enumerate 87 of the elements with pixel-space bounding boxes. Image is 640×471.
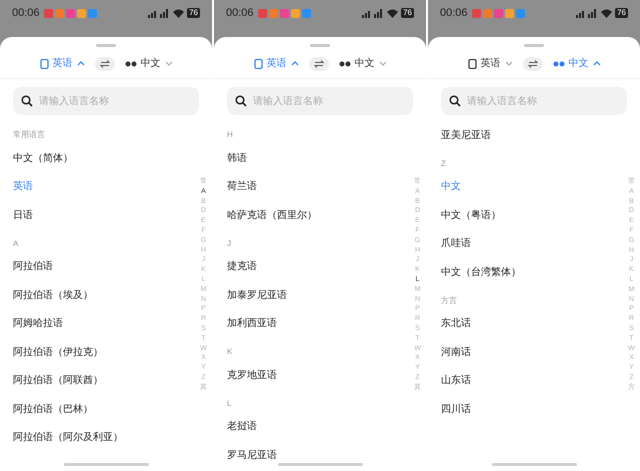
- search-field[interactable]: 请输入语言名称: [441, 87, 627, 115]
- section-header: L: [227, 398, 232, 410]
- search-field[interactable]: 请输入语言名称: [227, 87, 413, 115]
- status-time: 00:06: [440, 6, 468, 21]
- swap-icon: [100, 60, 110, 68]
- status-time: 00:06: [12, 6, 40, 21]
- search-input[interactable]: 请输入语言名称: [467, 94, 617, 108]
- language-selector[interactable]: 中文: [124, 56, 172, 71]
- language-option[interactable]: 东北话: [441, 316, 471, 332]
- signal-icon: [576, 8, 598, 18]
- phone-icon: [254, 58, 262, 68]
- search-input[interactable]: 请输入语言名称: [39, 94, 189, 108]
- language-option[interactable]: 韩语: [227, 150, 247, 166]
- glasses-icon: [552, 60, 564, 66]
- battery-indicator: 76: [615, 8, 628, 18]
- home-indicator[interactable]: [64, 463, 149, 466]
- chevron-down-icon: [504, 61, 512, 66]
- language-option[interactable]: 中文（台湾繁体）: [441, 264, 521, 280]
- swap-button[interactable]: [308, 56, 328, 70]
- search-field[interactable]: 请输入语言名称: [13, 87, 199, 115]
- language-selector[interactable]: 英语: [254, 56, 298, 71]
- language-option[interactable]: 阿姆哈拉语: [13, 316, 63, 332]
- search-icon: [235, 95, 247, 107]
- wifi-icon: [387, 8, 398, 18]
- swap-icon: [314, 60, 324, 68]
- phone-icon: [40, 58, 48, 68]
- search-input[interactable]: 请输入语言名称: [253, 94, 403, 108]
- language-option[interactable]: 亚美尼亚语: [441, 128, 491, 143]
- drag-handle[interactable]: [310, 44, 330, 47]
- wifi-icon: [601, 8, 612, 18]
- phone-icon: [468, 58, 476, 68]
- swap-button[interactable]: [94, 56, 114, 70]
- glasses-icon: [124, 60, 136, 66]
- language-option[interactable]: 中文（简体）: [13, 150, 73, 166]
- section-header: A: [13, 238, 18, 250]
- section-header: Z: [441, 158, 446, 170]
- language-option[interactable]: 阿拉伯语（伊拉克）: [13, 344, 103, 360]
- chevron-down-icon: [164, 61, 172, 66]
- wifi-icon: [173, 8, 184, 18]
- chevron-up-icon: [290, 61, 298, 66]
- language-option[interactable]: 山东话: [441, 373, 471, 388]
- status-time: 00:06: [226, 6, 254, 21]
- section-header: 方言: [441, 294, 457, 306]
- language-option[interactable]: 四川话: [441, 402, 471, 417]
- signal-icon: [148, 8, 170, 18]
- section-header: J: [227, 238, 231, 250]
- language-option[interactable]: 克罗地亚语: [227, 368, 277, 383]
- search-icon: [21, 95, 33, 107]
- language-option[interactable]: 老挝语: [227, 419, 257, 434]
- language-option[interactable]: 日语: [13, 208, 33, 223]
- language-option[interactable]: 河南话: [441, 344, 471, 360]
- section-header: H: [227, 129, 233, 141]
- language-selector[interactable]: 英语: [468, 56, 512, 71]
- home-indicator[interactable]: [492, 463, 577, 466]
- language-option[interactable]: 爪哇语: [441, 236, 471, 252]
- section-header: 常用语言: [13, 129, 45, 141]
- drag-handle[interactable]: [524, 44, 544, 47]
- language-option[interactable]: 加利西亚语: [227, 316, 277, 332]
- language-option[interactable]: 阿拉伯语（阿联酋）: [13, 373, 103, 388]
- glasses-icon: [338, 60, 350, 66]
- signal-icon: [362, 8, 384, 18]
- chevron-down-icon: [378, 61, 386, 66]
- home-indicator[interactable]: [278, 463, 363, 466]
- language-selector[interactable]: 中文: [338, 56, 386, 71]
- language-option[interactable]: 荷兰语: [227, 179, 257, 194]
- drag-handle[interactable]: [96, 44, 116, 47]
- swap-button[interactable]: [522, 56, 542, 70]
- language-option[interactable]: 中文: [441, 179, 461, 194]
- language-option[interactable]: 哈萨克语（西里尔）: [227, 208, 317, 223]
- language-selector[interactable]: 英语: [40, 56, 84, 71]
- language-option[interactable]: 加泰罗尼亚语: [227, 288, 287, 303]
- language-option[interactable]: 阿拉伯语（埃及）: [13, 288, 93, 303]
- language-option[interactable]: 阿拉伯语: [13, 259, 53, 274]
- language-option[interactable]: 阿拉伯语（阿尔及利亚）: [13, 430, 123, 446]
- language-option[interactable]: 阿拉伯语（巴林）: [13, 402, 93, 417]
- language-selector[interactable]: 中文: [552, 56, 600, 71]
- language-option[interactable]: 捷克语: [227, 259, 257, 274]
- battery-indicator: 76: [401, 8, 414, 18]
- battery-indicator: 76: [187, 8, 200, 18]
- section-header: K: [227, 346, 232, 358]
- language-option[interactable]: 中文（粤语）: [441, 208, 501, 223]
- chevron-up-icon: [76, 61, 84, 66]
- swap-icon: [528, 60, 538, 68]
- chevron-up-icon: [592, 61, 600, 66]
- language-option[interactable]: 英语: [13, 179, 33, 194]
- language-option[interactable]: 罗马尼亚语: [227, 448, 277, 463]
- search-icon: [449, 95, 461, 107]
